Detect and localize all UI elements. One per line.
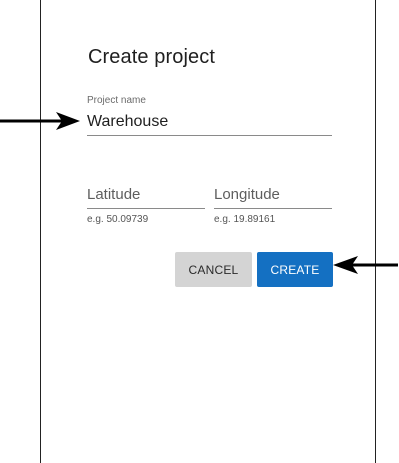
project-name-label: Project name xyxy=(87,95,146,106)
latitude-input[interactable] xyxy=(87,180,205,209)
create-project-dialog: Create project Project name e.g. 50.0973… xyxy=(40,0,376,463)
screen: Create project Project name e.g. 50.0973… xyxy=(0,0,399,463)
project-name-input[interactable] xyxy=(87,109,332,136)
left-arrow-icon xyxy=(333,256,398,274)
latitude-hint: e.g. 50.09739 xyxy=(87,214,149,225)
right-arrow-icon xyxy=(0,112,80,130)
longitude-input[interactable] xyxy=(214,180,332,209)
cancel-button[interactable]: CANCEL xyxy=(175,252,252,287)
longitude-hint: e.g. 19.89161 xyxy=(214,214,276,225)
create-button[interactable]: CREATE xyxy=(257,252,333,287)
dialog-title: Create project xyxy=(88,46,216,68)
